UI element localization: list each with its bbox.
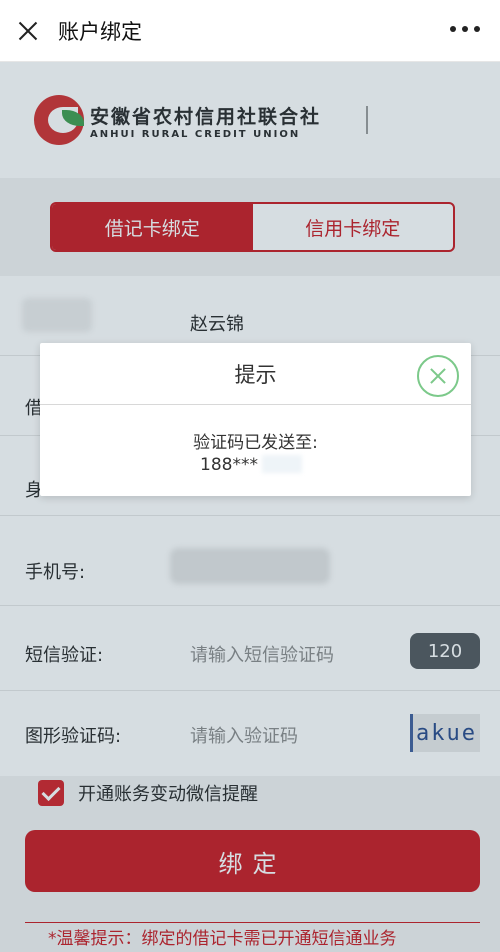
- dialog-phone-number: 188***: [200, 455, 258, 475]
- more-dots-icon[interactable]: [450, 26, 480, 32]
- dialog-title: 提示: [40, 343, 471, 405]
- circle-close-icon[interactable]: [417, 355, 459, 397]
- phone-redacted: [262, 455, 302, 473]
- dialog-message: 验证码已发送至:: [193, 433, 318, 453]
- modal-mask[interactable]: [0, 62, 500, 952]
- close-icon[interactable]: [16, 19, 40, 43]
- top-navbar: 账户绑定: [0, 0, 500, 62]
- sms-sent-dialog: 提示 验证码已发送至: 188***: [40, 343, 471, 496]
- page-title: 账户绑定: [58, 19, 142, 44]
